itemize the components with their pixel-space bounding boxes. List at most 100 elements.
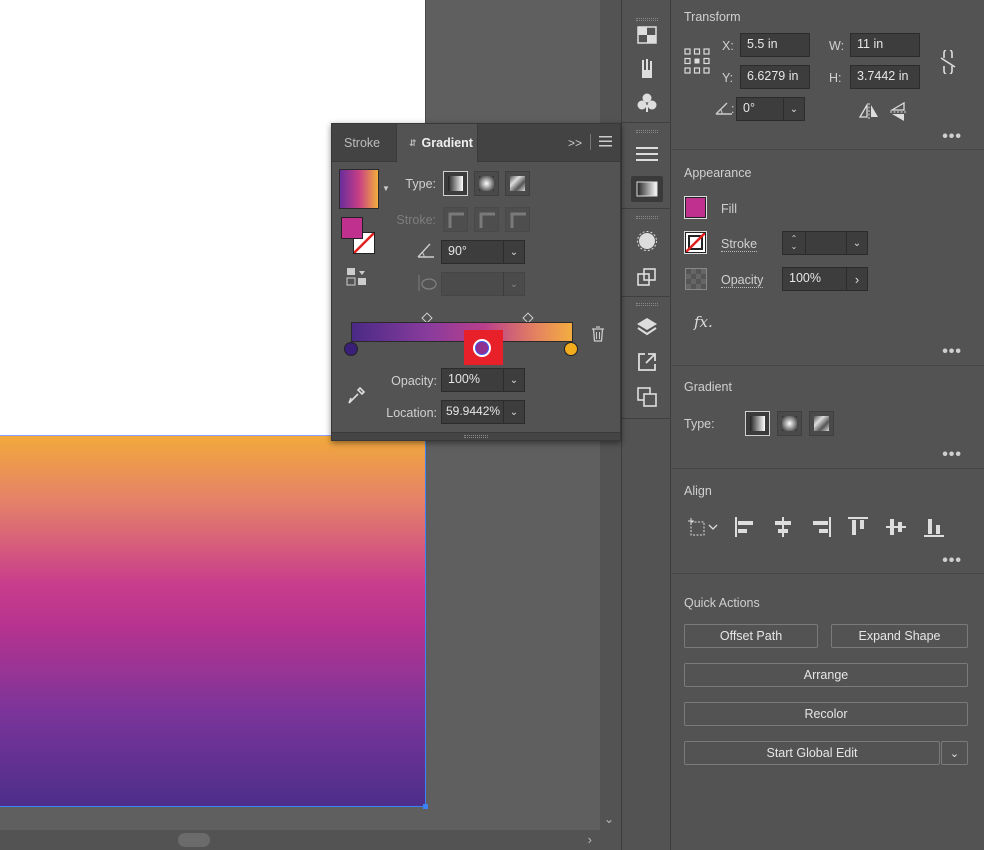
flip-vertical-icon[interactable]	[890, 102, 906, 125]
fill-color-swatch[interactable]	[341, 217, 363, 239]
stop-opacity-input[interactable]: 100%	[441, 368, 504, 392]
stop-opacity-dropdown[interactable]: ⌄	[503, 368, 525, 392]
stop-location-dropdown[interactable]: ⌄	[503, 400, 525, 424]
y-input[interactable]: 6.6279 in	[740, 65, 810, 89]
h-input[interactable]: 3.7442 in	[850, 65, 920, 89]
angle-icon	[416, 241, 436, 262]
scroll-down-arrow-icon[interactable]: ⌄	[604, 812, 614, 826]
aspect-ratio-dropdown[interactable]: ⌄	[503, 272, 525, 296]
reverse-gradient-icon[interactable]	[346, 267, 368, 290]
reference-point-icon[interactable]	[684, 48, 710, 77]
strip-grip-3[interactable]	[636, 216, 658, 219]
global-edit-options-dropdown[interactable]: ⌄	[941, 741, 968, 765]
effects-fx-button[interactable]: fx.	[694, 313, 713, 331]
collapse-panel-button[interactable]: >>	[568, 136, 582, 150]
align-right-icon[interactable]	[810, 516, 832, 538]
horizontal-scroll-thumb[interactable]	[178, 833, 210, 847]
rotate-input[interactable]: 0°	[736, 97, 784, 121]
selection-anchor-handle[interactable]	[423, 804, 428, 809]
strip-grip-2[interactable]	[636, 130, 658, 133]
delete-stop-icon[interactable]	[591, 326, 605, 345]
stroke-weight-dropdown[interactable]: ⌄	[846, 231, 868, 255]
x-input[interactable]: 5.5 in	[740, 33, 810, 57]
gradient-stop-start[interactable]	[344, 342, 358, 356]
strip-grip-4[interactable]	[636, 303, 658, 306]
appearance-more-options[interactable]: •••	[942, 348, 962, 356]
transparency-panel-icon[interactable]	[631, 228, 663, 254]
constrain-proportions-icon[interactable]	[938, 50, 958, 77]
symbols-panel-icon[interactable]	[631, 90, 663, 116]
tab-stroke[interactable]: Stroke	[332, 124, 392, 162]
w-input[interactable]: 11 in	[850, 33, 920, 57]
angle-dropdown-button[interactable]: ⌄	[503, 240, 525, 264]
stroke-panel-icon[interactable]	[631, 141, 663, 167]
stroke-label[interactable]: Stroke	[721, 237, 757, 252]
arrange-button[interactable]: Arrange	[684, 663, 968, 687]
start-global-edit-button[interactable]: Start Global Edit	[684, 741, 940, 765]
props-linear-gradient-button[interactable]	[745, 411, 770, 436]
gradient-stop-end[interactable]	[564, 342, 578, 356]
appearance-title: Appearance	[684, 166, 751, 180]
appearance-opacity-input[interactable]: 100%	[782, 267, 847, 291]
eyedropper-icon[interactable]	[346, 384, 368, 409]
offset-path-button[interactable]: Offset Path	[684, 624, 818, 648]
export-panel-icon[interactable]	[631, 349, 663, 375]
panel-tab-bar: Stroke ⇵ Gradient >>	[332, 124, 620, 162]
stroke-weight-input[interactable]	[805, 231, 847, 255]
recolor-button[interactable]: Recolor	[684, 702, 968, 726]
align-more-options[interactable]: •••	[942, 557, 962, 565]
appearance-panel-icon[interactable]	[631, 264, 663, 290]
gradient-slider[interactable]	[351, 322, 573, 342]
expand-shape-button[interactable]: Expand Shape	[831, 624, 968, 648]
gradient-panel-icon[interactable]	[631, 176, 663, 202]
freeform-gradient-button[interactable]	[505, 171, 530, 196]
brushes-panel-icon[interactable]	[631, 56, 663, 82]
align-to-selection-icon[interactable]	[686, 516, 720, 538]
gradient-more-options[interactable]: •••	[942, 451, 962, 459]
panel-resize-bar[interactable]	[332, 432, 620, 440]
h-label: H:	[829, 71, 842, 85]
props-freeform-gradient-button[interactable]	[809, 411, 834, 436]
tab-gradient[interactable]: ⇵ Gradient	[396, 124, 478, 162]
panel-menu-icon[interactable]	[599, 136, 612, 150]
opacity-label[interactable]: Opacity	[721, 273, 763, 288]
align-top-icon[interactable]	[847, 516, 869, 538]
selected-gradient-rectangle[interactable]	[0, 435, 426, 807]
angle-input[interactable]: 90°	[441, 240, 504, 264]
artboards-panel-icon[interactable]	[631, 384, 663, 410]
align-left-icon[interactable]	[734, 516, 756, 538]
strip-grip[interactable]	[636, 18, 658, 21]
gradient-preset-dropdown-icon[interactable]: ▼	[382, 184, 390, 193]
gradient-stop-selected[interactable]	[473, 339, 491, 357]
align-horizontal-center-icon[interactable]	[772, 516, 794, 538]
flip-horizontal-icon[interactable]	[859, 103, 879, 122]
horizontal-scrollbar[interactable]: ›	[0, 830, 620, 850]
layers-panel-icon[interactable]	[631, 314, 663, 340]
radial-gradient-button[interactable]	[474, 171, 499, 196]
stroke-across-button[interactable]	[505, 207, 530, 232]
transform-more-options[interactable]: •••	[942, 133, 962, 141]
stop-location-input[interactable]: 59.9442%	[441, 400, 504, 424]
scroll-right-arrow-icon[interactable]: ›	[588, 832, 592, 847]
opacity-expand-button[interactable]: ›	[846, 267, 868, 291]
stroke-along-button[interactable]	[474, 207, 499, 232]
linear-gradient-button[interactable]	[443, 171, 468, 196]
aspect-ratio-input[interactable]	[441, 272, 504, 296]
transform-section: Transform X: 5.5 in Y: 6.6279 in W: 11 i…	[672, 0, 984, 150]
align-bottom-icon[interactable]	[923, 516, 945, 538]
fill-label: Fill	[721, 202, 737, 216]
appearance-stroke-swatch[interactable]	[685, 232, 706, 253]
opacity-checker-icon	[685, 268, 707, 293]
align-title: Align	[684, 484, 712, 498]
appearance-fill-swatch[interactable]	[685, 197, 706, 218]
stroke-within-button[interactable]	[443, 207, 468, 232]
rotate-dropdown[interactable]: ⌄	[783, 97, 805, 121]
panel-icon-strip	[621, 0, 671, 850]
gradient-preview-swatch[interactable]	[339, 169, 379, 209]
appearance-section: Appearance Fill Stroke ⌃⌄ ⌄ Opacity 100%…	[672, 150, 984, 366]
swatches-panel-icon[interactable]	[631, 22, 663, 48]
stroke-weight-stepper[interactable]: ⌃⌄	[782, 231, 806, 255]
align-vertical-center-icon[interactable]	[885, 516, 907, 538]
y-label: Y:	[722, 71, 733, 85]
props-radial-gradient-button[interactable]	[777, 411, 802, 436]
